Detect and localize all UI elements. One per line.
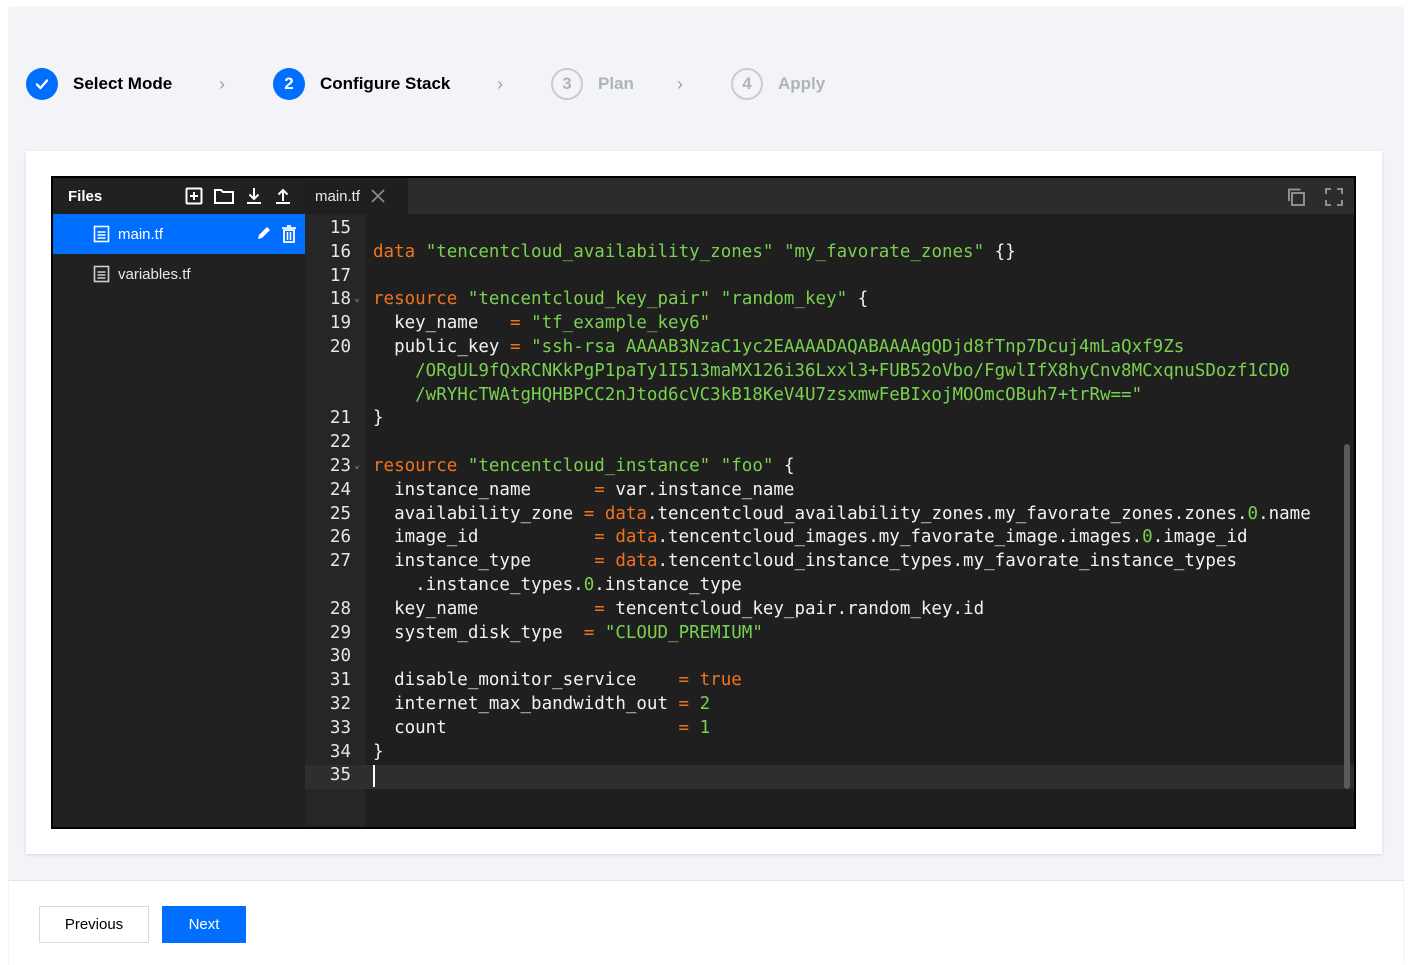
- code-line: 25 availability_zone = data.tencentcloud…: [329, 503, 1311, 524]
- code-line: 17: [329, 265, 351, 286]
- code-line: 16 data "tencentcloud_availability_zones…: [329, 241, 1016, 262]
- code-line: 21 }: [329, 408, 384, 429]
- chevron-right-icon: ›: [677, 74, 683, 94]
- step-number: 3: [551, 68, 583, 100]
- step-label: Configure Stack: [320, 74, 451, 93]
- editor-tabbar: main.tf: [305, 178, 1354, 214]
- files-toolbar: [184, 186, 293, 206]
- step-number: 4: [731, 68, 763, 100]
- fullscreen-icon[interactable]: [1324, 187, 1344, 212]
- code-line: 27 instance_type = data.tencentcloud_ins…: [329, 551, 1237, 572]
- code-line: 15: [329, 218, 351, 238]
- files-panel: Files main.tf variables.tf: [53, 178, 305, 827]
- text-cursor: [373, 765, 375, 788]
- upload-icon[interactable]: [273, 186, 293, 206]
- code-line: 26 image_id = data.tencentcloud_images.m…: [329, 527, 1248, 548]
- editor-scrollbar[interactable]: [1344, 444, 1350, 789]
- previous-button[interactable]: Previous: [39, 906, 149, 943]
- step-label: Select Mode: [73, 74, 173, 93]
- code-line-current: 35: [305, 765, 1354, 790]
- code-line: 28 key_name = tencentcloud_key_pair.rand…: [329, 598, 985, 619]
- code-line: 30: [329, 646, 351, 667]
- step-label: Plan: [598, 74, 634, 93]
- code-line: 34 }: [329, 741, 384, 762]
- footer: Previous Next: [9, 881, 1403, 965]
- code-line: 23 ⌄ resource "tencentcloud_instance" "f…: [329, 456, 795, 476]
- code-area[interactable]: 15 16 data "tencentcloud_availability_zo…: [305, 214, 1354, 827]
- new-file-icon[interactable]: [184, 186, 204, 206]
- step-number: 2: [273, 68, 305, 100]
- check-icon: [26, 68, 58, 100]
- code-line: 29 system_disk_type = "CLOUD_PREMIUM": [329, 622, 763, 643]
- file-icon: [93, 225, 110, 243]
- code-line-wrap: /wRYHcTWAtgHQHBPCC2nJtod6cVC3kB18KeV4U7z…: [373, 384, 1143, 405]
- download-icon[interactable]: [244, 186, 264, 206]
- next-button[interactable]: Next: [162, 906, 246, 943]
- fold-icon[interactable]: ⌄: [354, 293, 360, 304]
- code-line: 24 instance_name = var.instance_name: [329, 479, 795, 500]
- stepper: Select Mode › 2 Configure Stack › 3 Plan…: [26, 65, 1026, 103]
- code-line: 31 disable_monitor_service = true: [329, 670, 742, 691]
- step-label: Apply: [778, 74, 826, 93]
- file-name: variables.tf: [118, 265, 191, 283]
- chevron-right-icon: ›: [219, 74, 225, 94]
- step-apply[interactable]: 4 Apply: [731, 65, 825, 103]
- tab-main-tf[interactable]: main.tf: [305, 178, 408, 214]
- new-folder-icon[interactable]: [213, 186, 235, 206]
- editor-tools: [1286, 187, 1344, 212]
- chevron-right-icon: ›: [497, 74, 503, 94]
- delete-icon[interactable]: [279, 224, 299, 248]
- code-line: 22: [329, 432, 351, 453]
- code-line-wrap: .instance_types.0.instance_type: [373, 575, 742, 595]
- step-select-mode[interactable]: Select Mode: [26, 65, 172, 103]
- file-item-variables-tf[interactable]: variables.tf: [53, 254, 305, 294]
- code-line: 33 count = 1: [329, 717, 711, 738]
- file-item-actions: [255, 224, 299, 248]
- code-line: 19 key_name = "tf_example_key6": [329, 313, 711, 334]
- file-icon: [93, 265, 110, 283]
- code-line: 18 ⌄ resource "tencentcloud_key_pair" "r…: [329, 289, 869, 310]
- fold-icon[interactable]: ⌄: [354, 460, 360, 471]
- step-configure-stack[interactable]: 2 Configure Stack: [273, 65, 450, 103]
- code-line-wrap: /ORgUL9fQxRCNKkPgP1paTy1I513maMX126i36Lx…: [373, 360, 1290, 381]
- code-line: 32 internet_max_bandwidth_out = 2: [329, 694, 711, 714]
- file-item-main-tf[interactable]: main.tf: [53, 214, 305, 254]
- editor-card: Files main.tf variables.tf main.tf 15 16…: [26, 151, 1382, 854]
- edit-icon[interactable]: [255, 224, 273, 248]
- files-title: Files: [68, 187, 103, 205]
- file-name: main.tf: [118, 225, 164, 243]
- code-line: 20 public_key = "ssh-rsa AAAAB3NzaC1yc2E…: [329, 337, 1185, 357]
- tab-label: main.tf: [315, 187, 361, 205]
- copy-icon[interactable]: [1286, 187, 1306, 212]
- files-header: Files: [53, 178, 305, 214]
- code-editor: Files main.tf variables.tf main.tf 15 16…: [51, 176, 1356, 829]
- step-plan[interactable]: 3 Plan: [551, 65, 634, 103]
- page: Select Mode › 2 Configure Stack › 3 Plan…: [9, 8, 1403, 965]
- close-icon[interactable]: [370, 188, 386, 204]
